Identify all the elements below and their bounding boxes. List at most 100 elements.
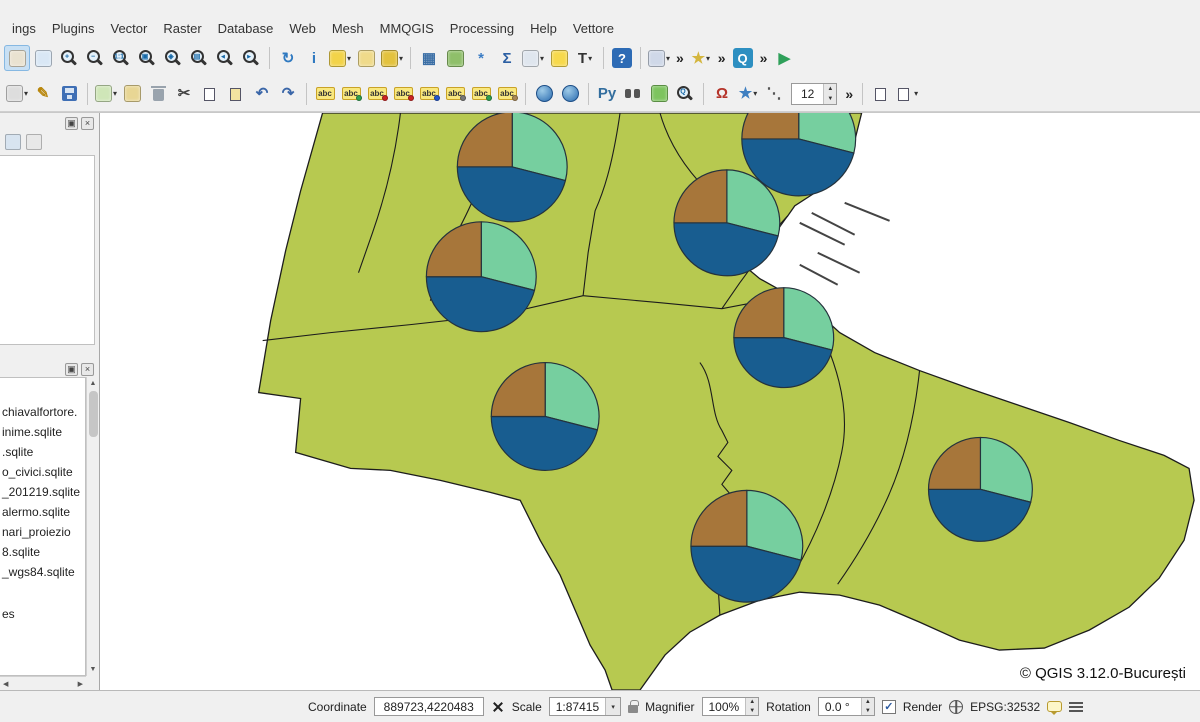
processing-toolbox[interactable]: *: [468, 45, 494, 71]
mouse-position-icon[interactable]: [491, 700, 505, 714]
toolbar-overflow-2[interactable]: »: [718, 50, 726, 66]
copy-features[interactable]: [197, 81, 223, 107]
pin-unpin-labels[interactable]: abc: [364, 81, 390, 107]
crs-globe-icon[interactable]: [949, 700, 963, 714]
zoom-next[interactable]: ▸: [238, 45, 264, 71]
digitize-with-wand[interactable]: ★▾: [688, 45, 714, 71]
file-item[interactable]: alermo.sqlite: [2, 502, 85, 522]
help-contents[interactable]: ?: [609, 45, 635, 71]
text-annotation[interactable]: T▾: [572, 45, 598, 71]
scroll-left-icon[interactable]: ◀: [3, 680, 8, 688]
current-edits[interactable]: ▾: [4, 81, 30, 107]
statistical-summary[interactable]: Σ: [494, 45, 520, 71]
file-item[interactable]: inime.sqlite: [2, 422, 85, 442]
copy-style[interactable]: [868, 81, 894, 107]
file-item[interactable]: _201219.sqlite: [2, 482, 85, 502]
map-tips[interactable]: [546, 45, 572, 71]
zoom-in[interactable]: +: [56, 45, 82, 71]
file-item[interactable]: .sqlite: [2, 442, 85, 462]
delete-selected[interactable]: [145, 81, 171, 107]
open-attribute-table[interactable]: ▦: [416, 45, 442, 71]
zoom-to-selection[interactable]: ◈: [160, 45, 186, 71]
spin-down-icon[interactable]: ▼: [862, 707, 874, 716]
deselect-all[interactable]: ▾: [379, 45, 405, 71]
python-console[interactable]: Py: [594, 81, 620, 107]
browser-collapse-button[interactable]: [26, 134, 42, 150]
redo[interactable]: ↷: [275, 81, 301, 107]
vertex-tool[interactable]: ▾: [93, 81, 119, 107]
scroll-down-icon[interactable]: ▼: [90, 663, 97, 676]
file-item[interactable]: es: [2, 604, 85, 624]
panel-dock-icon[interactable]: ▣: [65, 117, 78, 130]
crs-value[interactable]: EPSG:32532: [970, 700, 1040, 714]
menu-database[interactable]: Database: [210, 19, 282, 38]
elevation-profile[interactable]: [646, 81, 672, 107]
file-item[interactable]: chiavalfortore.: [2, 402, 85, 422]
paste-features[interactable]: [223, 81, 249, 107]
browser-tree[interactable]: [0, 155, 95, 345]
layer-diagram-options[interactable]: abc: [338, 81, 364, 107]
scroll-up-icon[interactable]: ▲: [90, 377, 97, 390]
scrollbar-thumb[interactable]: [89, 391, 98, 437]
measure-line[interactable]: ▾: [520, 45, 546, 71]
file-item[interactable]: 8.sqlite: [2, 542, 85, 562]
identify-features[interactable]: i: [301, 45, 327, 71]
search-radius-spin[interactable]: 12▲▼: [787, 81, 841, 107]
data-source-manager[interactable]: ▾: [646, 45, 672, 71]
magnifier-spinbox[interactable]: 100% ▲ ▼: [702, 697, 760, 716]
chevron-down-icon[interactable]: ▾: [605, 698, 620, 715]
panel-dock-icon[interactable]: ▣: [65, 363, 78, 376]
file-item[interactable]: _wgs84.sqlite: [2, 562, 85, 582]
undo[interactable]: ↶: [249, 81, 275, 107]
snapping-magnet[interactable]: Ω: [709, 81, 735, 107]
spin-up-icon[interactable]: ▲: [862, 698, 874, 707]
menu-mmqgis[interactable]: MMQGIS: [372, 19, 442, 38]
mmqgis-globe[interactable]: [557, 81, 583, 107]
multiedit-attributes[interactable]: [119, 81, 145, 107]
zoom-last[interactable]: ◂: [212, 45, 238, 71]
refresh-map[interactable]: ↻: [275, 45, 301, 71]
zoom-to-layer[interactable]: ▤: [186, 45, 212, 71]
scroll-right-icon[interactable]: ▶: [78, 680, 83, 688]
move-label[interactable]: abc: [442, 81, 468, 107]
messages-icon[interactable]: [1047, 701, 1062, 712]
render-checkbox[interactable]: ✓: [882, 700, 896, 714]
locator-mini[interactable]: Q: [672, 81, 698, 107]
scale-combo[interactable]: 1:87415 ▾: [549, 697, 621, 716]
menu-ings[interactable]: ings: [4, 19, 44, 38]
change-label-properties[interactable]: abc: [494, 81, 520, 107]
menu-processing[interactable]: Processing: [442, 19, 522, 38]
file-item[interactable]: o_civici.sqlite: [2, 462, 85, 482]
menu-help[interactable]: Help: [522, 19, 565, 38]
select-features[interactable]: ▾: [327, 45, 353, 71]
menu-vettore[interactable]: Vettore: [565, 19, 622, 38]
search-binoculars[interactable]: [620, 81, 646, 107]
menu-plugins[interactable]: Plugins: [44, 19, 103, 38]
coordinate-input[interactable]: [374, 697, 484, 716]
geometry-checker[interactable]: [531, 81, 557, 107]
toolbar-overflow-4[interactable]: »: [845, 86, 853, 102]
locator-search[interactable]: Q: [730, 45, 756, 71]
horizontal-scrollbar[interactable]: ◀ ▶: [0, 676, 86, 690]
zoom-native-resolution[interactable]: 1:1: [108, 45, 134, 71]
toggle-editing[interactable]: ✎: [30, 81, 56, 107]
vertical-scrollbar[interactable]: ▲ ▼: [86, 377, 99, 676]
cut-features[interactable]: ✂: [171, 81, 197, 107]
scale-lock-icon[interactable]: [628, 705, 638, 713]
menu-mesh[interactable]: Mesh: [324, 19, 372, 38]
panel-close-icon[interactable]: ×: [81, 363, 94, 376]
toolbar-overflow-1[interactable]: »: [676, 50, 684, 66]
enable-tracing[interactable]: ⋱: [761, 81, 787, 107]
snapping-options[interactable]: ★▾: [735, 81, 761, 107]
paste-style[interactable]: ▾: [894, 81, 920, 107]
spin-down-icon[interactable]: ▼: [746, 707, 758, 716]
log-messages-icon[interactable]: [1069, 702, 1083, 704]
menu-web[interactable]: Web: [281, 19, 324, 38]
file-item[interactable]: nari_proiezio: [2, 522, 85, 542]
show-hide-labels[interactable]: abc: [416, 81, 442, 107]
select-by-value[interactable]: [353, 45, 379, 71]
toolbar-overflow-3[interactable]: »: [760, 50, 768, 66]
menu-raster[interactable]: Raster: [155, 19, 209, 38]
spin-up-icon[interactable]: ▲: [746, 698, 758, 707]
highlight-pinned-labels[interactable]: abc: [390, 81, 416, 107]
